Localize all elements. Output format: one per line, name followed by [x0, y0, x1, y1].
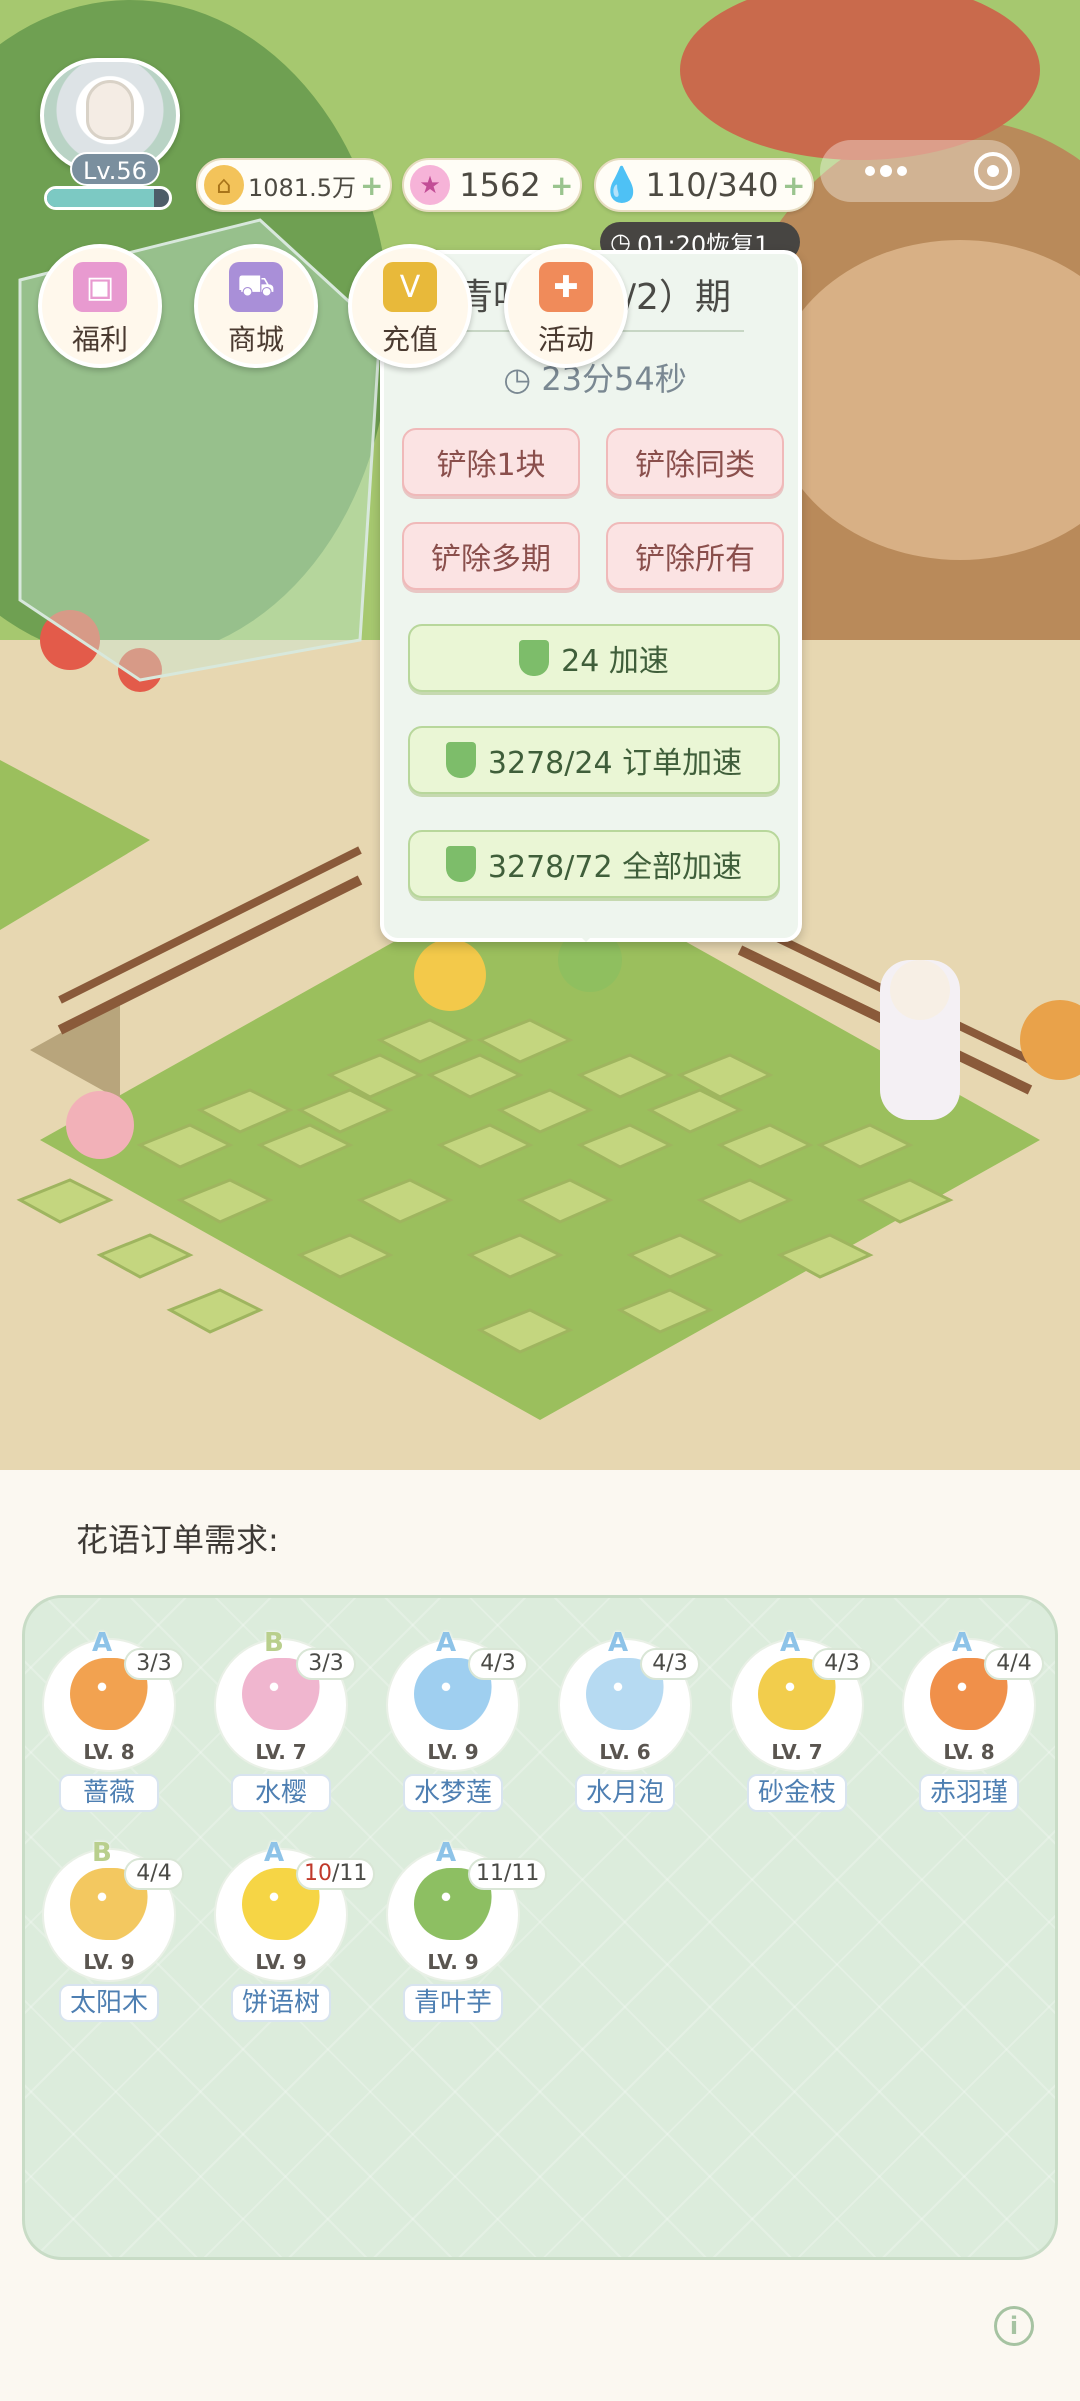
water-counter[interactable]: 💧 110/340 +	[594, 158, 814, 212]
item-level: LV. 6	[599, 1740, 651, 1764]
nav-recharge-button[interactable]: V 充值	[348, 244, 472, 368]
grade-badge: A	[780, 1628, 801, 1658]
order-item[interactable]: A 11/11 LV. 9 青叶芋	[378, 1838, 548, 2028]
item-level: LV. 7	[255, 1740, 307, 1764]
grade-badge: A	[264, 1838, 285, 1868]
player-level: Lv.56	[70, 152, 160, 186]
coin-icon: ⌂	[204, 165, 244, 205]
order-requirements-title: 花语订单需求:	[76, 1521, 279, 1559]
order-item[interactable]: A 4/3 LV. 7 砂金枝	[722, 1628, 872, 1818]
item-name: 水月泡	[575, 1774, 675, 1812]
order-item[interactable]: A 4/4 LV. 8 赤羽瑾	[894, 1628, 1044, 1818]
item-level: LV. 9	[255, 1950, 307, 1974]
item-name: 砂金枝	[747, 1774, 847, 1812]
nav-welfare-button[interactable]: ▣ 福利	[38, 244, 162, 368]
gift-icon: ▣	[73, 262, 127, 312]
water-drop-icon: 💧	[600, 165, 644, 205]
order-item[interactable]: A 4/3 LV. 6 水月泡	[550, 1628, 700, 1818]
order-item[interactable]: B 4/4 LV. 9 太阳木	[34, 1838, 184, 2028]
item-name: 饼语树	[231, 1984, 331, 2022]
order-speed-label: 3278/24 订单加速	[487, 746, 743, 781]
star-value: 1562	[459, 166, 541, 204]
all-speed-button[interactable]: 3278/72 全部加速	[408, 830, 780, 898]
potion-icon	[445, 846, 476, 882]
all-speed-label: 3278/72 全部加速	[487, 850, 743, 885]
item-name: 青叶芋	[403, 1984, 503, 2022]
menu-dots-icon	[865, 152, 1012, 190]
potion-icon	[519, 640, 550, 676]
item-level: LV. 9	[427, 1950, 479, 1974]
water-add-button[interactable]: +	[782, 169, 812, 202]
order-speed-button[interactable]: 3278/24 订单加速	[408, 726, 780, 794]
growth-timer: ◷ 23分54秒	[384, 354, 806, 400]
speed-up-label: 24 加速	[561, 644, 669, 679]
item-level: LV. 7	[771, 1740, 823, 1764]
remove-multi-button[interactable]: 铲除多期	[402, 522, 580, 590]
item-level: LV. 9	[427, 1740, 479, 1764]
star-counter[interactable]: ★ 1562 +	[402, 158, 582, 212]
quantity-badge: 11/11	[468, 1858, 548, 1890]
grade-badge: B	[92, 1838, 112, 1868]
nav-recharge-label: 充值	[381, 323, 438, 356]
quantity-badge: 3/3	[296, 1648, 356, 1680]
nav-shop-button[interactable]: ⛟ 商城	[194, 244, 318, 368]
item-level: LV. 8	[83, 1740, 135, 1764]
remove-one-button[interactable]: 铲除1块	[402, 428, 580, 496]
gold-add-button[interactable]: +	[360, 169, 390, 202]
item-name: 太阳木	[59, 1984, 159, 2022]
item-level: LV. 9	[83, 1950, 135, 1974]
grade-badge: A	[436, 1628, 457, 1658]
nav-shop-label: 商城	[227, 323, 284, 356]
item-name: 水梦莲	[403, 1774, 503, 1812]
xp-bar-fill	[47, 189, 155, 207]
grade-badge: A	[92, 1628, 113, 1658]
potion-icon	[445, 742, 476, 778]
grade-badge: A	[608, 1628, 629, 1658]
shopping-cart-icon: ⛟	[229, 262, 283, 312]
quantity-badge: 4/4	[984, 1648, 1044, 1680]
quantity-badge: 10/11	[296, 1858, 376, 1890]
v-badge-icon: V	[383, 262, 437, 312]
xp-bar	[44, 186, 172, 210]
star-icon: ★	[410, 165, 450, 205]
grade-badge: A	[952, 1628, 973, 1658]
grade-badge: B	[264, 1628, 284, 1658]
mini-program-menu[interactable]	[820, 140, 1020, 202]
info-icon[interactable]: i	[994, 2306, 1034, 2346]
gamepad-icon: ✚	[539, 262, 593, 312]
star-add-button[interactable]: +	[550, 169, 580, 202]
order-item[interactable]: A 10/11 LV. 9 饼语树	[206, 1838, 376, 2028]
nav-welfare-label: 福利	[71, 323, 128, 356]
water-value: 110/340	[645, 166, 779, 204]
remove-all-button[interactable]: 铲除所有	[606, 522, 784, 590]
item-name: 蔷薇	[59, 1774, 159, 1812]
garden-scene: Lv.56 ⌂ 1081.5万 + ★ 1562 + 💧 110/340 + ◷…	[0, 0, 1080, 1470]
speed-up-button[interactable]: 24 加速	[408, 624, 780, 692]
item-name: 水樱	[231, 1774, 331, 1812]
item-name: 赤羽瑾	[919, 1774, 1019, 1812]
order-item[interactable]: A 3/3 LV. 8 蔷薇	[34, 1628, 184, 1818]
remove-same-button[interactable]: 铲除同类	[606, 428, 784, 496]
order-item[interactable]: B 3/3 LV. 7 水樱	[206, 1628, 356, 1818]
clock-icon: ◷	[503, 360, 532, 398]
gold-value: 1081.5万	[248, 173, 356, 202]
quantity-badge: 4/4	[124, 1858, 184, 1890]
order-item[interactable]: A 4/3 LV. 9 水梦莲	[378, 1628, 528, 1818]
grade-badge: A	[436, 1838, 457, 1868]
item-level: LV. 8	[943, 1740, 995, 1764]
quantity-badge: 4/3	[640, 1648, 700, 1680]
quantity-badge: 4/3	[812, 1648, 872, 1680]
nav-events-button[interactable]: ✚ 活动	[504, 244, 628, 368]
quantity-badge: 4/3	[468, 1648, 528, 1680]
gold-counter[interactable]: ⌂ 1081.5万 +	[196, 158, 392, 212]
quantity-badge: 3/3	[124, 1648, 184, 1680]
nav-events-label: 活动	[537, 323, 594, 356]
